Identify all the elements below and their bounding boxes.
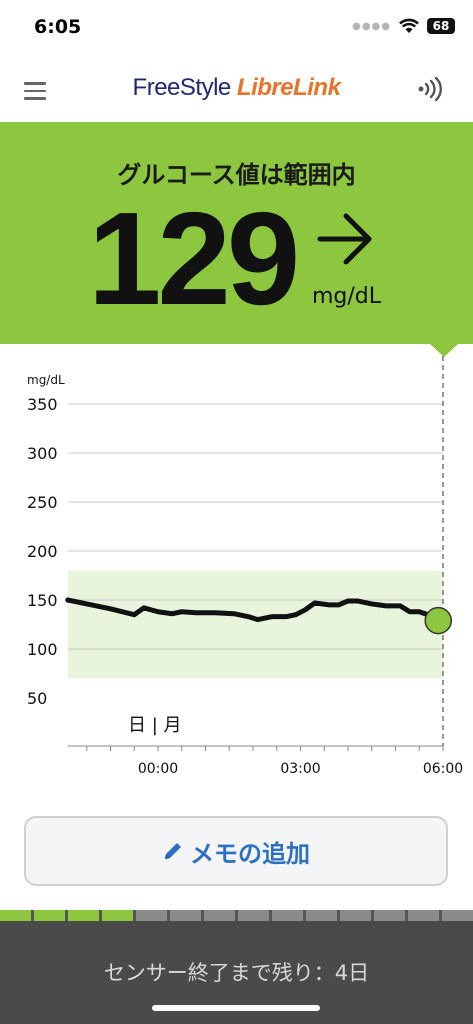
y-tick-label: 100 bbox=[27, 640, 58, 659]
logo-freestyle: FreeStyle bbox=[132, 74, 237, 101]
sensor-progress-segment bbox=[340, 910, 371, 921]
pencil-icon bbox=[165, 843, 181, 859]
status-bar: 6:05 ●●●● 68 bbox=[0, 0, 473, 56]
status-icons: ●●●● 68 bbox=[352, 18, 455, 34]
sensor-status-bar: センサー終了まで残り：4日 bbox=[0, 921, 473, 1024]
y-tick-label: 250 bbox=[27, 493, 58, 512]
sensor-progress-segment bbox=[204, 910, 235, 921]
y-tick-label: 300 bbox=[27, 444, 58, 463]
x-tick-label: 03:00 bbox=[280, 761, 320, 777]
cellular-signal-icon: ●●●● bbox=[352, 20, 391, 32]
sensor-progress-segment bbox=[442, 910, 473, 921]
current-glucose-point bbox=[424, 606, 452, 635]
sensor-progress-segment bbox=[0, 910, 31, 921]
battery-icon: 68 bbox=[427, 18, 455, 34]
sensor-progress-segment bbox=[408, 910, 439, 921]
add-memo-label: メモの追加 bbox=[190, 839, 310, 868]
app-header: FreeStyle LibreLink bbox=[0, 56, 473, 122]
sensor-progress-segment bbox=[272, 910, 303, 921]
y-tick-label: 50 bbox=[27, 689, 47, 708]
wifi-icon bbox=[399, 18, 419, 33]
sensor-progress-segment bbox=[136, 910, 167, 921]
sensor-progress-segment bbox=[238, 910, 269, 921]
trend-arrow-icon bbox=[317, 213, 372, 265]
sensor-progress-segment bbox=[374, 910, 405, 921]
sensor-progress-segment bbox=[306, 910, 337, 921]
sensor-progress-segment bbox=[68, 910, 99, 921]
sensor-progress-segment bbox=[170, 910, 201, 921]
y-tick-label: 200 bbox=[27, 542, 58, 561]
sensor-life-progress bbox=[0, 910, 473, 921]
y-tick-label: 150 bbox=[27, 591, 58, 610]
sensor-progress-segment bbox=[34, 910, 65, 921]
y-tick-label: 350 bbox=[27, 395, 58, 414]
status-time: 6:05 bbox=[34, 16, 82, 38]
target-range-band bbox=[68, 570, 443, 679]
glucose-chart: mg/dL 日 | 月 350 300 250 200 150 100 50 00:00 03:… bbox=[27, 356, 463, 777]
glucose-reading-panel: グルコース値は範囲内 129 mg/dL bbox=[0, 122, 473, 344]
x-tick-label: 06:00 bbox=[423, 761, 463, 777]
add-memo-button[interactable]: メモの追加 bbox=[24, 816, 448, 886]
glucose-unit: mg/dL bbox=[312, 284, 382, 309]
x-tick-label: 00:00 bbox=[138, 761, 178, 777]
nfc-scan-icon[interactable] bbox=[417, 76, 443, 102]
sensor-progress-segment bbox=[102, 910, 133, 921]
sensor-remaining-text: センサー終了まで残り：4日 bbox=[103, 961, 370, 985]
home-indicator[interactable] bbox=[152, 1005, 320, 1011]
chart-day-label: 日 | 月 bbox=[128, 715, 182, 736]
glucose-value: 129 bbox=[88, 185, 300, 332]
app-logo: FreeStyle LibreLink bbox=[0, 74, 473, 102]
chart-y-unit-label: mg/dL bbox=[27, 373, 65, 387]
logo-librelink: LibreLink bbox=[236, 74, 341, 101]
